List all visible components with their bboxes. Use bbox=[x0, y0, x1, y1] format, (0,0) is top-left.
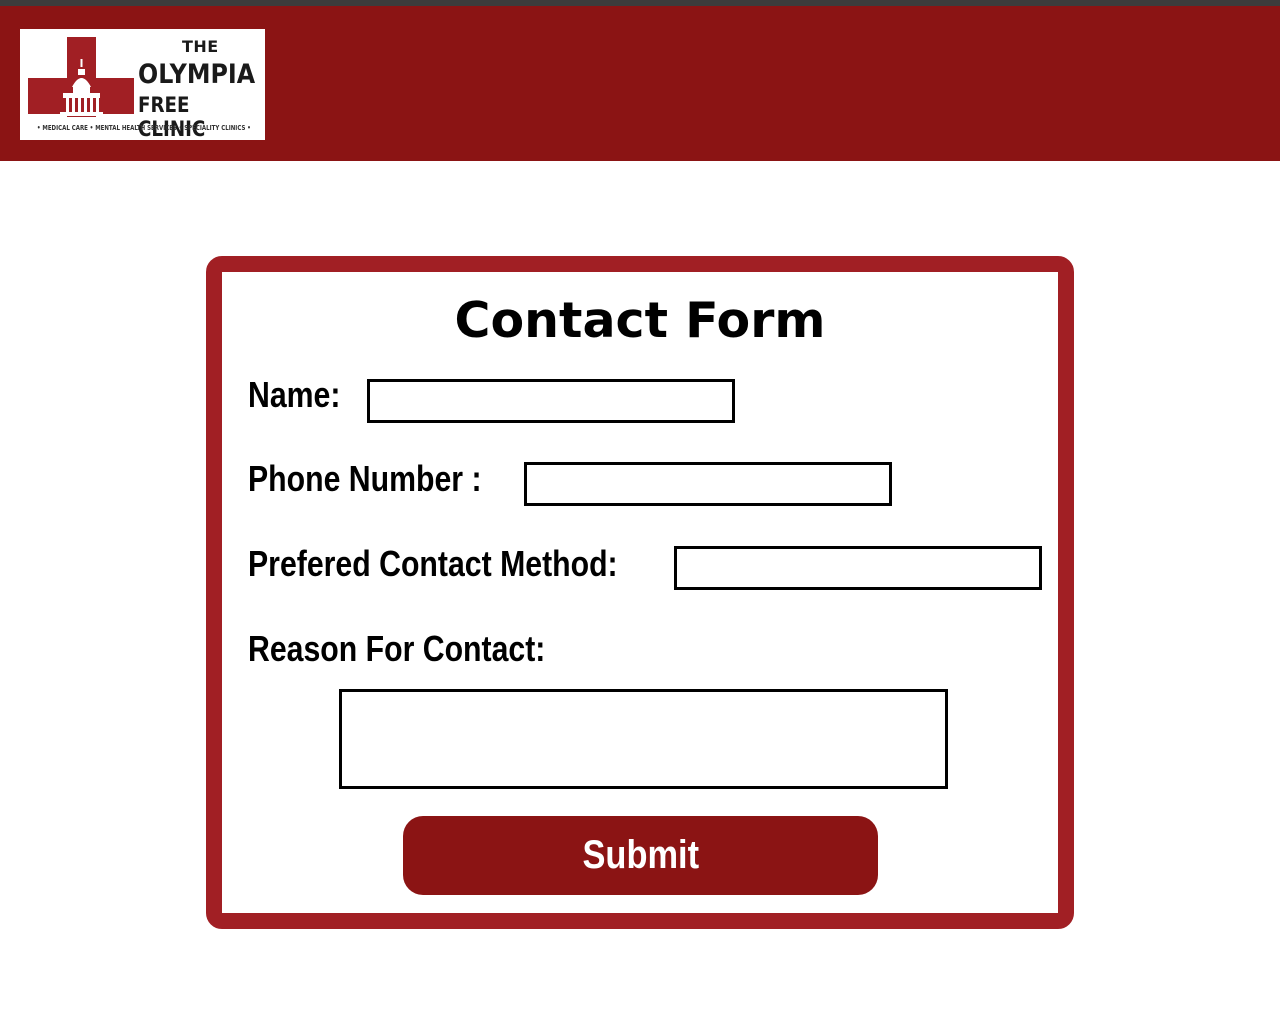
form-title: Contact Form bbox=[454, 292, 826, 349]
logo-name-line1: OLYMPIA bbox=[138, 59, 256, 90]
phone-input[interactable] bbox=[524, 462, 892, 506]
logo-tagline: • MEDICAL CARE • MENTAL HEALTH SERVICES … bbox=[37, 124, 251, 132]
contact-method-input[interactable] bbox=[674, 546, 1042, 590]
submit-button[interactable]: Submit bbox=[403, 816, 878, 895]
name-input[interactable] bbox=[367, 379, 735, 423]
reason-label: Reason For Contact: bbox=[248, 628, 546, 669]
clinic-logo[interactable]: THE OLYMPIA FREE CLINIC • MEDICAL CARE •… bbox=[20, 29, 265, 141]
contact-form: Contact Form Name: Phone Number : Prefer… bbox=[206, 256, 1074, 929]
logo-name-line2: FREE CLINIC bbox=[138, 93, 206, 141]
reason-textarea[interactable] bbox=[339, 689, 948, 789]
contact-method-label: Prefered Contact Method: bbox=[248, 543, 618, 584]
submit-button-label: Submit bbox=[582, 833, 699, 877]
logo-the-text: THE bbox=[182, 37, 219, 56]
name-label: Name: bbox=[248, 374, 341, 415]
phone-label: Phone Number : bbox=[248, 458, 482, 499]
